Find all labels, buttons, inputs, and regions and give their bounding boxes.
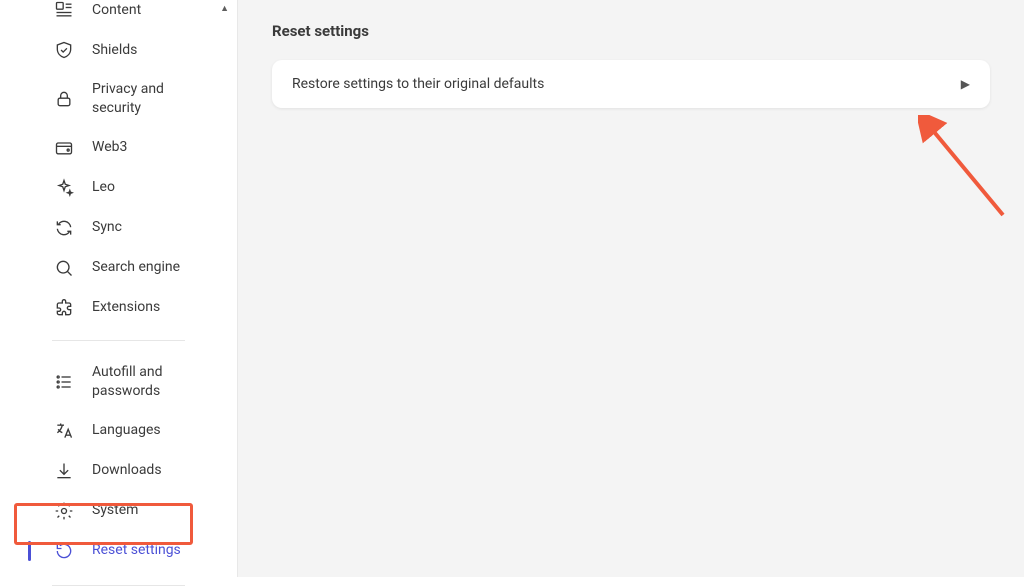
- sidebar-item-label: Extensions: [92, 298, 217, 317]
- sidebar-group-secondary: Autofill and passwords Languages Downloa…: [0, 353, 237, 571]
- sidebar-item-sync[interactable]: Sync: [0, 208, 237, 248]
- sidebar-item-label: Leo: [92, 178, 217, 197]
- sidebar-item-label: Content: [92, 1, 217, 20]
- sidebar-item-extensions[interactable]: Extensions: [0, 288, 237, 328]
- sidebar-item-downloads[interactable]: Downloads: [0, 451, 237, 491]
- active-indicator: [28, 541, 31, 561]
- sidebar-group-primary: Content Shields Privacy and security Web…: [0, 0, 237, 328]
- sidebar-item-label: Reset settings: [92, 541, 217, 560]
- restore-defaults-label: Restore settings to their original defau…: [292, 76, 544, 92]
- sidebar-item-privacy[interactable]: Privacy and security: [0, 70, 237, 128]
- settings-sidebar: ▲ Content Shields Privacy and security: [0, 0, 238, 577]
- sidebar-item-reset-settings[interactable]: Reset settings: [0, 531, 237, 571]
- sidebar-item-autofill[interactable]: Autofill and passwords: [0, 353, 237, 411]
- gear-icon: [54, 501, 74, 521]
- sidebar-item-label: Privacy and security: [92, 80, 212, 118]
- sidebar-item-label: System: [92, 501, 217, 520]
- reset-icon: [54, 541, 74, 561]
- wallet-icon: [54, 138, 74, 158]
- sparkle-icon: [54, 178, 74, 198]
- restore-defaults-row[interactable]: Restore settings to their original defau…: [272, 60, 990, 108]
- sidebar-item-label: Search engine: [92, 258, 217, 277]
- sidebar-item-web3[interactable]: Web3: [0, 128, 237, 168]
- sidebar-item-label: Downloads: [92, 461, 217, 480]
- sidebar-item-label: Shields: [92, 41, 217, 60]
- main-content: Reset settings Restore settings to their…: [238, 0, 1024, 577]
- sidebar-item-shields[interactable]: Shields: [0, 30, 237, 70]
- sidebar-item-label: Web3: [92, 138, 217, 157]
- sidebar-item-search-engine[interactable]: Search engine: [0, 248, 237, 288]
- sidebar-item-label: Sync: [92, 218, 217, 237]
- annotation-arrow: [918, 115, 1018, 225]
- chevron-right-icon: ▶: [961, 77, 970, 91]
- sidebar-item-label: Autofill and passwords: [92, 363, 212, 401]
- content-icon: [54, 0, 74, 20]
- download-icon: [54, 461, 74, 481]
- sidebar-item-system[interactable]: System: [0, 491, 237, 531]
- sidebar-item-content[interactable]: Content: [0, 0, 237, 30]
- sidebar-item-languages[interactable]: Languages: [0, 411, 237, 451]
- languages-icon: [54, 421, 74, 441]
- sidebar-divider: [52, 340, 185, 341]
- sync-icon: [54, 218, 74, 238]
- puzzle-icon: [54, 298, 74, 318]
- lock-icon: [54, 89, 74, 109]
- sidebar-item-leo[interactable]: Leo: [0, 168, 237, 208]
- shield-icon: [54, 40, 74, 60]
- search-icon: [54, 258, 74, 278]
- sidebar-divider: [52, 585, 185, 586]
- autofill-icon: [54, 372, 74, 392]
- sidebar-item-label: Languages: [92, 421, 217, 440]
- page-title: Reset settings: [272, 22, 990, 40]
